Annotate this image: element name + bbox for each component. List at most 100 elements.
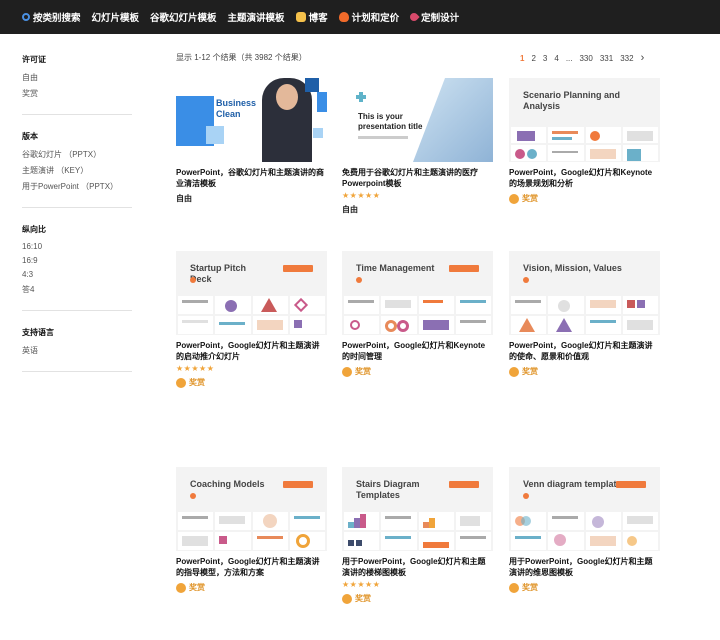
nav-search-by-category[interactable]: 按类别搜索 bbox=[22, 10, 81, 24]
filter-language: 支持语言 英语 bbox=[22, 321, 132, 372]
template-card[interactable]: Business Clean PowerPoint，谷歌幻灯片和主题演讲的商业清… bbox=[176, 78, 327, 204]
template-card[interactable]: Time Management PowerPoint，Google幻灯片和Key… bbox=[342, 251, 493, 377]
template-card[interactable]: Venn diagram templates 用于PowerPoint，Goog… bbox=[509, 467, 660, 593]
template-title[interactable]: 用于PowerPoint，Google幻灯片和主题演讲的维恩图模板 bbox=[509, 556, 660, 578]
nav-label: 计划和定价 bbox=[351, 13, 400, 24]
nav-label: 幻灯片模板 bbox=[91, 13, 140, 24]
template-title[interactable]: PowerPoint，Google幻灯片和主题演讲的使命、愿景和价值观 bbox=[509, 340, 660, 362]
thumb-decor bbox=[190, 493, 196, 499]
template-card[interactable]: This is your presentation title 免费用于谷歌幻灯… bbox=[342, 78, 493, 215]
template-thumbnail[interactable]: Stairs Diagram Templates bbox=[342, 467, 493, 551]
thumb-title: Stairs Diagram Templates bbox=[356, 479, 420, 500]
thumb-title: Time Management bbox=[356, 263, 435, 273]
thumb-decor bbox=[449, 481, 479, 488]
thumb-decor bbox=[305, 78, 319, 92]
template-thumbnail[interactable]: Time Management bbox=[342, 251, 493, 335]
template-title[interactable]: PowerPoint，Google幻灯片和主题演讲的指导模型，方法和方案 bbox=[176, 556, 327, 578]
template-title[interactable]: PowerPoint，Google幻灯片和Keynote的场景规划和分析 bbox=[509, 167, 660, 189]
rating-stars: ★★★★★ bbox=[342, 191, 381, 200]
template-thumbnail[interactable]: This is your presentation title bbox=[342, 78, 493, 162]
fire-icon bbox=[338, 12, 349, 22]
thumb-decor bbox=[523, 277, 529, 283]
next-page-icon[interactable]: › bbox=[641, 52, 645, 64]
thumb-title: Vision, Mission, Values bbox=[523, 263, 622, 273]
template-thumbnail[interactable]: Coaching Models bbox=[176, 467, 327, 551]
crown-icon bbox=[176, 582, 186, 593]
thumb-decor bbox=[317, 92, 327, 112]
thumb-title: This is your presentation title bbox=[358, 112, 423, 131]
template-title[interactable]: PowerPoint，Google幻灯片和Keynote的时间管理 bbox=[342, 340, 493, 362]
thumb-decor bbox=[523, 493, 529, 499]
filter-option-a4[interactable]: 答4 bbox=[22, 284, 132, 295]
filter-title: 版本 bbox=[22, 132, 38, 141]
filter-option-16-9[interactable]: 16:9 bbox=[22, 256, 132, 265]
filter-option-powerpoint[interactable]: 用于PowerPoint （PPTX） bbox=[22, 181, 132, 192]
thumb-title: Startup Pitch Deck bbox=[190, 263, 247, 284]
nav-custom-design[interactable]: 定制设计 bbox=[408, 10, 460, 24]
template-card[interactable]: Startup Pitch Deck PowerPoint，Google幻灯片和… bbox=[176, 251, 327, 388]
filter-aspect-ratio: 纵向比 16:10 16:9 4:3 答4 bbox=[22, 218, 132, 311]
template-card[interactable]: Coaching Models PowerPoint，Google幻灯片和主题演… bbox=[176, 467, 327, 593]
nav-google-slides-templates[interactable]: 谷歌幻灯片模板 bbox=[150, 10, 217, 24]
page-link[interactable]: 331 bbox=[600, 54, 613, 63]
license-badge-premium: 奖赏 bbox=[509, 193, 660, 204]
template-title[interactable]: PowerPoint，Google幻灯片和主题演讲的启动推介幻灯片 bbox=[176, 340, 327, 362]
page-link[interactable]: 4 bbox=[554, 54, 558, 63]
filter-sidebar: 许可证 自由 奖赏 版本 谷歌幻灯片 （PPTX） 主题演讲 （KEY） 用于P… bbox=[22, 50, 132, 382]
template-thumbnail[interactable]: Startup Pitch Deck bbox=[176, 251, 327, 335]
thumb-slides bbox=[509, 126, 660, 162]
nav-keynote-templates[interactable]: 主题演讲模板 bbox=[228, 10, 285, 24]
template-title[interactable]: PowerPoint，谷歌幻灯片和主题演讲的商业清洁模板 bbox=[176, 167, 327, 189]
thumb-decor bbox=[616, 481, 646, 488]
page-link[interactable]: 330 bbox=[579, 54, 592, 63]
pagination: 1 2 3 4 ... 330 331 332 › bbox=[520, 52, 651, 64]
page-link[interactable]: 332 bbox=[620, 54, 633, 63]
license-badge-premium: 奖赏 bbox=[176, 377, 327, 388]
filter-title: 许可证 bbox=[22, 55, 46, 64]
thumb-slides bbox=[342, 511, 493, 551]
template-thumbnail[interactable]: Vision, Mission, Values bbox=[509, 251, 660, 335]
page-link[interactable]: 2 bbox=[531, 54, 535, 63]
template-title[interactable]: 免费用于谷歌幻灯片和主题演讲的医疗Powerpoint模板 bbox=[342, 167, 493, 189]
thumb-slides bbox=[509, 295, 660, 335]
template-thumbnail[interactable]: Scenario Planning and Analysis bbox=[509, 78, 660, 162]
filter-option-google-slides[interactable]: 谷歌幻灯片 （PPTX） bbox=[22, 149, 132, 160]
filter-title: 支持语言 bbox=[22, 328, 54, 337]
rating-stars: ★★★★★ bbox=[342, 580, 381, 589]
license-badge-premium: 奖赏 bbox=[509, 582, 660, 593]
crown-icon bbox=[342, 366, 352, 377]
template-title[interactable]: 用于PowerPoint，Google幻灯片和主题演讲的楼梯图模板 bbox=[342, 556, 493, 578]
thumb-slides bbox=[342, 295, 493, 335]
license-badge-premium: 奖赏 bbox=[342, 593, 493, 604]
filter-option-english[interactable]: 英语 bbox=[22, 345, 132, 356]
nav-slide-templates[interactable]: 幻灯片模板 bbox=[92, 10, 140, 24]
crown-icon bbox=[509, 582, 519, 593]
template-card[interactable]: Scenario Planning and Analysis PowerPoin… bbox=[509, 78, 660, 204]
filter-option-free[interactable]: 自由 bbox=[22, 72, 132, 83]
filter-option-4-3[interactable]: 4:3 bbox=[22, 270, 132, 279]
nav-blog[interactable]: 博客 bbox=[295, 10, 328, 24]
filter-title: 纵向比 bbox=[22, 225, 46, 234]
page-link[interactable]: 3 bbox=[543, 54, 547, 63]
crown-icon bbox=[342, 593, 352, 604]
thumb-decor bbox=[356, 277, 362, 283]
page-ellipsis: ... bbox=[565, 53, 573, 63]
thumb-decor bbox=[313, 128, 323, 138]
template-thumbnail[interactable]: Business Clean bbox=[176, 78, 327, 162]
template-card[interactable]: Vision, Mission, Values PowerPoint，Googl… bbox=[509, 251, 660, 377]
filter-license: 许可证 自由 奖赏 bbox=[22, 50, 132, 115]
filter-option-keynote[interactable]: 主题演讲 （KEY） bbox=[22, 165, 132, 176]
filter-option-premium[interactable]: 奖赏 bbox=[22, 88, 132, 99]
nav-plans-pricing[interactable]: 计划和定价 bbox=[338, 10, 400, 24]
crown-icon bbox=[509, 193, 519, 204]
medical-cross-icon bbox=[356, 92, 366, 102]
rating-stars: ★★★★★ bbox=[176, 364, 215, 373]
template-card[interactable]: Stairs Diagram Templates 用于PowerPoint，Go… bbox=[342, 467, 493, 604]
template-thumbnail[interactable]: Venn diagram templates bbox=[509, 467, 660, 551]
nav-label: 定制设计 bbox=[421, 13, 460, 24]
page-link-current[interactable]: 1 bbox=[520, 54, 524, 63]
thumb-decor bbox=[283, 481, 313, 488]
filter-option-16-10[interactable]: 16:10 bbox=[22, 242, 132, 251]
search-icon bbox=[22, 13, 30, 21]
thumb-decor bbox=[206, 126, 224, 144]
